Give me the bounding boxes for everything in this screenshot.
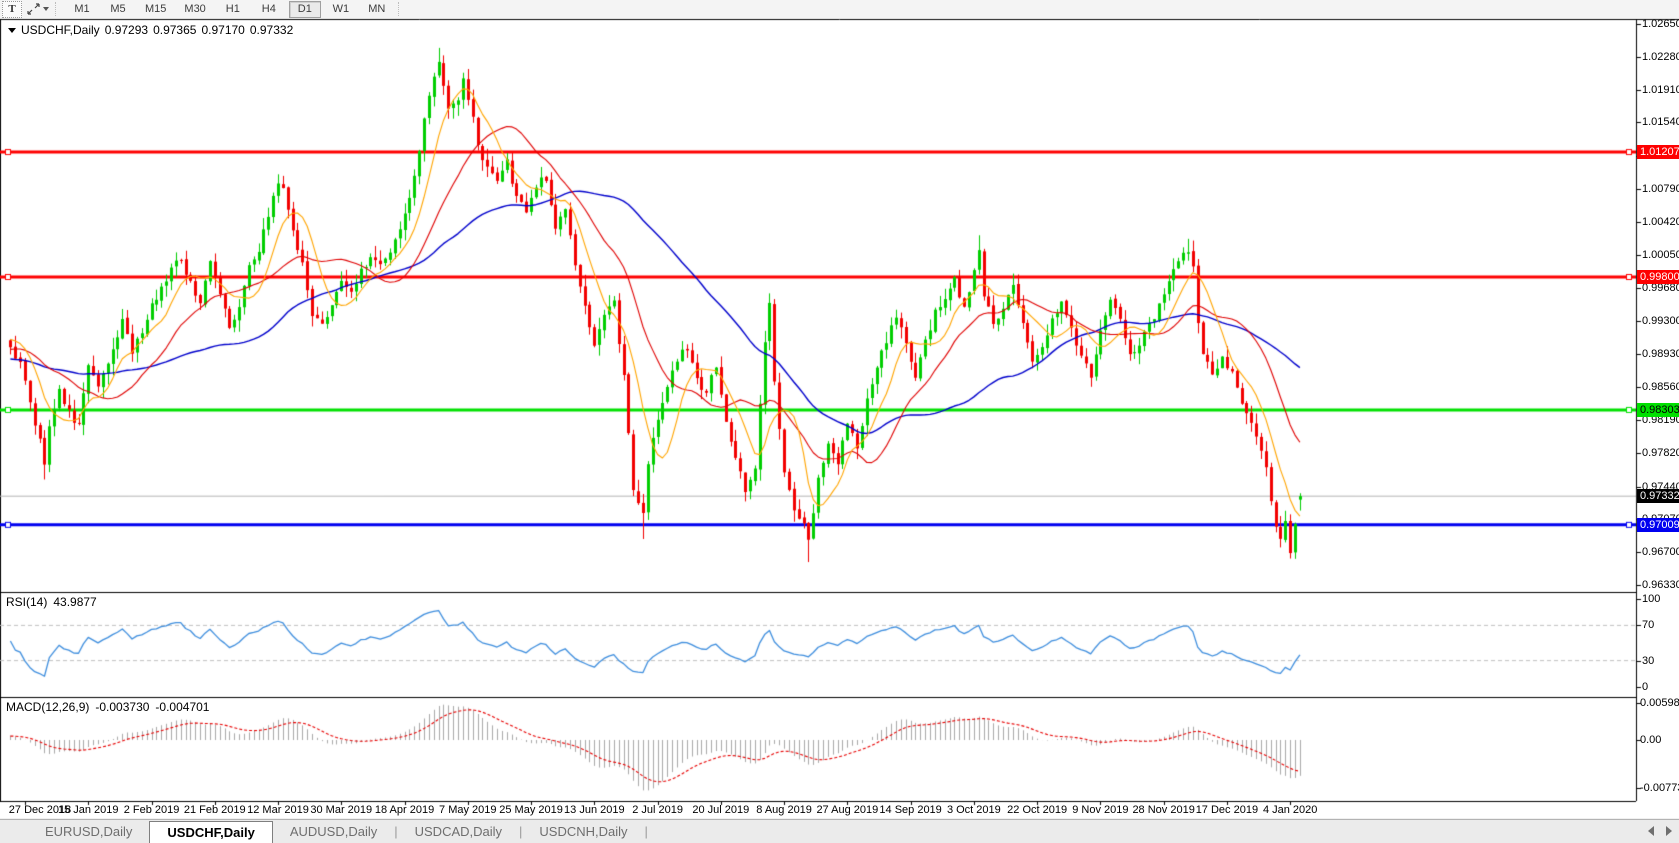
price-level-label: 0.99800 bbox=[1637, 270, 1679, 284]
one-click-trading-arrow[interactable] bbox=[8, 28, 16, 33]
price-level-label: 0.97009 bbox=[1637, 518, 1679, 532]
ohlc-low: 0.97170 bbox=[201, 23, 244, 37]
rsi-name: RSI(14) bbox=[6, 595, 47, 609]
timeframe-button-m5[interactable]: M5 bbox=[102, 1, 134, 18]
price-axis-tick: 1.00050 bbox=[1642, 249, 1679, 261]
ohlc-open: 0.97293 bbox=[105, 23, 148, 37]
chart-tab-usdcad[interactable]: USDCAD,Daily bbox=[398, 820, 519, 843]
tab-separator: | bbox=[645, 820, 648, 843]
rsi-axis-tick: 70 bbox=[1642, 619, 1654, 631]
ohlc-close: 0.97332 bbox=[250, 23, 293, 37]
macd-value-main: -0.003730 bbox=[95, 700, 149, 714]
price-axis-tick: 1.01540 bbox=[1642, 116, 1679, 128]
price-axis-tick: 0.98930 bbox=[1642, 348, 1679, 360]
date-axis-tick: 4 Jan 2020 bbox=[1252, 804, 1328, 816]
timeframe-button-mn[interactable]: MN bbox=[361, 1, 393, 18]
rsi-axis-tick: 100 bbox=[1642, 593, 1660, 605]
chart-title: USDCHF,Daily 0.97293 0.97365 0.97170 0.9… bbox=[8, 23, 293, 37]
price-axis-tick: 1.02650 bbox=[1642, 18, 1679, 30]
timeframe-button-h4[interactable]: H4 bbox=[253, 1, 285, 18]
mt4-window: T M1M5M15M30 H1H4D1W1MN USDCHF,Daily 0.97… bbox=[0, 0, 1679, 843]
price-axis-tick: 1.00790 bbox=[1642, 183, 1679, 195]
ohlc-high: 0.97365 bbox=[153, 23, 196, 37]
toolbar-separator bbox=[55, 2, 61, 16]
chart-tab-usdchf[interactable]: USDCHF,Daily bbox=[149, 821, 272, 843]
price-axis-tick: 1.00420 bbox=[1642, 216, 1679, 228]
macd-name: MACD(12,26,9) bbox=[6, 700, 89, 714]
chart-tabbar: EURUSD,DailyUSDCHF,DailyAUDUSD,Daily|USD… bbox=[0, 819, 1679, 843]
price-level-label: 1.01207 bbox=[1637, 145, 1679, 159]
chart-tab-eurusd[interactable]: EURUSD,Daily bbox=[28, 820, 149, 843]
toolbar-separator bbox=[398, 2, 404, 16]
chart-tab-usdcnh[interactable]: USDCNH,Daily bbox=[522, 820, 644, 843]
rsi-label: RSI(14) 43.9877 bbox=[6, 595, 97, 609]
timeframe-button-w1[interactable]: W1 bbox=[325, 1, 357, 18]
price-axis-tick: 0.99300 bbox=[1642, 315, 1679, 327]
price-axis-tick: 0.98560 bbox=[1642, 381, 1679, 393]
macd-axis-tick: 0.005986 bbox=[1640, 697, 1679, 709]
price-axis-tick: 0.97820 bbox=[1642, 447, 1679, 459]
toolbar: T M1M5M15M30 H1H4D1W1MN bbox=[0, 0, 1679, 19]
chart-tab-audusd[interactable]: AUDUSD,Daily bbox=[273, 820, 394, 843]
price-chart-canvas[interactable] bbox=[0, 0, 1679, 818]
timeframe-button-d1[interactable]: D1 bbox=[289, 1, 321, 18]
rsi-axis-tick: 0 bbox=[1642, 681, 1648, 693]
price-axis-tick: 1.02280 bbox=[1642, 51, 1679, 63]
tabs-scroll-left-button[interactable] bbox=[1648, 826, 1654, 836]
rsi-axis-tick: 30 bbox=[1642, 655, 1654, 667]
price-axis-tick: 1.01910 bbox=[1642, 84, 1679, 96]
dropdown-caret-icon bbox=[43, 7, 49, 11]
tabs-scroll-right-button[interactable] bbox=[1666, 826, 1672, 836]
rsi-value: 43.9877 bbox=[53, 595, 96, 609]
timeframe-button-m1[interactable]: M1 bbox=[66, 1, 98, 18]
timeframe-button-h1[interactable]: H1 bbox=[217, 1, 249, 18]
text-tool-icon: T bbox=[8, 3, 15, 15]
macd-value-signal: -0.004701 bbox=[155, 700, 209, 714]
chart-symbol-label: USDCHF,Daily bbox=[21, 23, 100, 37]
arrows-tool-button[interactable] bbox=[26, 1, 50, 18]
diagonal-arrows-icon bbox=[27, 3, 40, 15]
price-level-label: 0.97332 bbox=[1637, 489, 1679, 503]
price-level-label: 0.98303 bbox=[1637, 403, 1679, 417]
macd-label: MACD(12,26,9) -0.003730 -0.004701 bbox=[6, 700, 209, 714]
timeframe-button-m30[interactable]: M30 bbox=[177, 1, 212, 18]
macd-axis-tick: -0.00773 bbox=[1640, 782, 1679, 794]
text-tool-button[interactable]: T bbox=[2, 1, 22, 18]
price-axis-tick: 0.96330 bbox=[1642, 579, 1679, 591]
macd-axis-tick: 0.00 bbox=[1640, 734, 1661, 746]
timeframe-button-m15[interactable]: M15 bbox=[138, 1, 173, 18]
price-axis-tick: 0.96700 bbox=[1642, 546, 1679, 558]
